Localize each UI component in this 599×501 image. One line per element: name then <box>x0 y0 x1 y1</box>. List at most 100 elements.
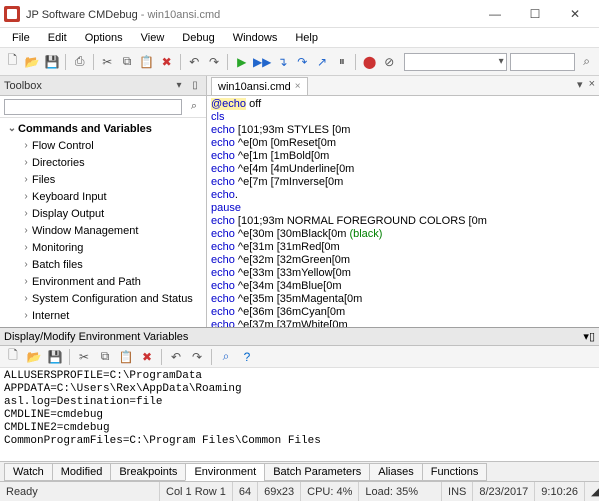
step-over-icon[interactable]: ↷ <box>294 53 311 71</box>
editor-pane: win10ansi.cmd × ▾ × @echo offclsecho [10… <box>207 76 599 327</box>
panel-tab-aliases[interactable]: Aliases <box>369 463 422 481</box>
tree-node[interactable]: ›Display Output <box>0 205 206 222</box>
toolbox-header: Toolbox ▾ ▯ <box>0 76 206 96</box>
status-bar: Ready Col 1 Row 1 64 69x23 CPU: 4% Load:… <box>0 481 599 501</box>
expand-icon[interactable]: › <box>20 225 32 236</box>
tree-node[interactable]: ›Files <box>0 171 206 188</box>
step-icon[interactable]: ▶▶ <box>253 53 271 71</box>
panel-tab-batch-parameters[interactable]: Batch Parameters <box>264 463 370 481</box>
status-dim: 69x23 <box>258 482 301 501</box>
tree-node[interactable]: ›Window Management <box>0 222 206 239</box>
status-time: 9:10:26 <box>535 482 585 501</box>
env-redo-icon[interactable]: ↷ <box>188 348 206 366</box>
collapse-icon[interactable]: ⌄ <box>6 123 18 134</box>
menu-bar: File Edit Options View Debug Windows Hel… <box>0 28 599 48</box>
expand-icon[interactable]: › <box>20 157 32 168</box>
panel-tab-functions[interactable]: Functions <box>422 463 488 481</box>
env-new-icon[interactable]: 🗋 <box>4 348 22 366</box>
tree-root[interactable]: ⌄ Commands and Variables <box>0 120 206 137</box>
minimize-button[interactable]: — <box>475 0 515 28</box>
cut-icon[interactable]: ✂ <box>99 53 116 71</box>
copy-icon[interactable]: ⧉ <box>119 53 136 71</box>
commands-tree[interactable]: ⌄ Commands and Variables ›Flow Control›D… <box>0 118 206 327</box>
tree-node-label: System Configuration and Status <box>32 293 193 305</box>
undo-icon[interactable]: ↶ <box>186 53 203 71</box>
step-out-icon[interactable]: ↗ <box>314 53 331 71</box>
expand-icon[interactable]: › <box>20 191 32 202</box>
step-into-icon[interactable]: ↴ <box>274 53 291 71</box>
tree-node[interactable]: ›Directories <box>0 154 206 171</box>
delete-icon[interactable]: ✖ <box>158 53 175 71</box>
tree-node[interactable]: ›Monitoring <box>0 239 206 256</box>
save-icon[interactable]: 💾 <box>44 53 61 71</box>
document-tab-row: win10ansi.cmd × ▾ × <box>207 76 599 96</box>
menu-file[interactable]: File <box>4 30 38 46</box>
tree-node[interactable]: ›Internet <box>0 307 206 324</box>
open-file-icon[interactable]: 📂 <box>24 53 41 71</box>
expand-icon[interactable]: › <box>20 276 32 287</box>
print-icon[interactable]: ⎙ <box>71 53 88 71</box>
panel-tab-modified[interactable]: Modified <box>52 463 112 481</box>
env-paste-icon[interactable]: 📋 <box>117 348 135 366</box>
chevron-down-icon: ▾ <box>499 56 504 67</box>
stop-icon[interactable]: ⊘ <box>381 53 398 71</box>
env-open-icon[interactable]: 📂 <box>25 348 43 366</box>
env-content[interactable]: ALLUSERSPROFILE=C:\ProgramData APPDATA=C… <box>0 368 599 461</box>
panel-tab-breakpoints[interactable]: Breakpoints <box>110 463 186 481</box>
tree-node[interactable]: ›Flow Control <box>0 137 206 154</box>
toolbar-combo[interactable]: ▾ <box>404 53 507 71</box>
tree-node[interactable]: ›System Configuration and Status <box>0 290 206 307</box>
env-copy-icon[interactable]: ⧉ <box>96 348 114 366</box>
search-icon[interactable]: ⌕ <box>186 99 202 115</box>
env-pin-icon[interactable]: ▯ <box>589 330 595 343</box>
menu-debug[interactable]: Debug <box>174 30 222 46</box>
toolbox-pane: Toolbox ▾ ▯ ⌕ ⌄ Commands and Variables ›… <box>0 76 207 327</box>
expand-icon[interactable]: › <box>20 208 32 219</box>
record-icon[interactable]: ⬤ <box>361 53 378 71</box>
menu-edit[interactable]: Edit <box>40 30 75 46</box>
menu-options[interactable]: Options <box>77 30 131 46</box>
tab-dropdown-icon[interactable]: ▾ <box>577 78 583 91</box>
menu-help[interactable]: Help <box>287 30 326 46</box>
env-cut-icon[interactable]: ✂ <box>75 348 93 366</box>
menu-windows[interactable]: Windows <box>225 30 286 46</box>
expand-icon[interactable]: › <box>20 174 32 185</box>
expand-icon[interactable]: › <box>20 293 32 304</box>
panel-tab-watch[interactable]: Watch <box>4 463 53 481</box>
code-editor[interactable]: @echo offclsecho [101;93m STYLES [0mecho… <box>207 96 599 327</box>
expand-icon[interactable]: › <box>20 140 32 151</box>
tree-node-label: Display Output <box>32 208 104 220</box>
tree-node[interactable]: ›Keyboard Input <box>0 188 206 205</box>
env-help-icon[interactable]: ? <box>238 348 256 366</box>
new-file-icon[interactable]: 🗋 <box>4 53 21 71</box>
tree-node-label: Keyboard Input <box>32 191 107 203</box>
env-find-icon[interactable]: ⌕ <box>217 348 235 366</box>
status-grip-icon[interactable]: ◢ <box>585 482 599 501</box>
run-icon[interactable]: ▶ <box>233 53 250 71</box>
search-go-icon[interactable]: ⌕ <box>578 53 595 71</box>
paste-icon[interactable]: 📋 <box>138 53 155 71</box>
tree-node-label: Environment and Path <box>32 276 141 288</box>
env-delete-icon[interactable]: ✖ <box>138 348 156 366</box>
close-button[interactable]: ✕ <box>555 0 595 28</box>
tree-node[interactable]: ›Environment and Path <box>0 273 206 290</box>
document-tab[interactable]: win10ansi.cmd × <box>211 77 308 95</box>
expand-icon[interactable]: › <box>20 310 32 321</box>
tab-close-icon[interactable]: × <box>295 81 301 92</box>
env-undo-icon[interactable]: ↶ <box>167 348 185 366</box>
maximize-button[interactable]: ☐ <box>515 0 555 28</box>
toolbox-dropdown-icon[interactable]: ▾ <box>172 79 186 93</box>
tab-close-all-icon[interactable]: × <box>589 78 595 91</box>
panel-tab-environment[interactable]: Environment <box>185 463 265 481</box>
toolbox-pin-icon[interactable]: ▯ <box>188 79 202 93</box>
tree-node-label: Window Management <box>32 225 138 237</box>
expand-icon[interactable]: › <box>20 242 32 253</box>
redo-icon[interactable]: ↷ <box>206 53 223 71</box>
toolbar-search-input[interactable] <box>510 53 576 71</box>
tree-node[interactable]: ›Batch files <box>0 256 206 273</box>
pause-icon[interactable]: ⏸ <box>333 53 350 71</box>
menu-view[interactable]: View <box>133 30 173 46</box>
expand-icon[interactable]: › <box>20 259 32 270</box>
env-save-icon[interactable]: 💾 <box>46 348 64 366</box>
toolbox-search-input[interactable] <box>4 99 182 115</box>
